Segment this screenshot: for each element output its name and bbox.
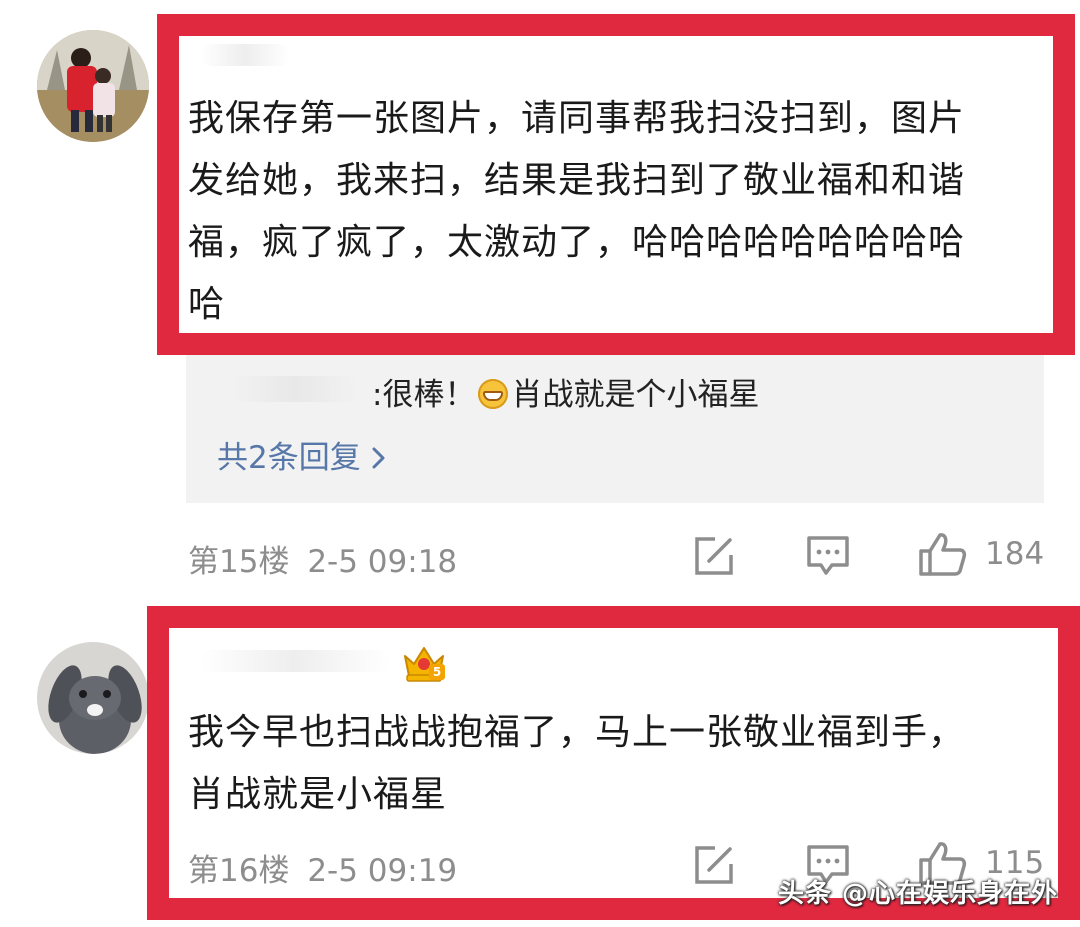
like-count: 184 <box>985 536 1045 572</box>
edit-icon[interactable] <box>693 844 735 890</box>
reply-preview-prefix: :很棒！ <box>372 377 476 413</box>
reply-preview-text: :很棒！ 肖战就是个小福星 <box>372 369 759 414</box>
floor-label: 第15楼 <box>188 544 290 580</box>
user-avatar[interactable] <box>37 642 149 754</box>
chevron-right-icon <box>371 440 387 476</box>
reply-username-obscured[interactable] <box>230 376 360 402</box>
comment-icon[interactable] <box>806 535 850 581</box>
comment-time: 2-5 09:19 <box>307 853 458 889</box>
more-replies-label: 共2条回复 <box>217 440 361 476</box>
watermark-text: 头条 @心在娱乐身在外 <box>778 879 1059 909</box>
reply-preview-suffix: 肖战就是个小福星 <box>511 377 760 413</box>
more-replies-link[interactable]: 共2条回复 <box>217 432 387 477</box>
comment-text: 我保存第一张图片，请同事帮我扫没扫到，图片 发给她，我来扫，结果是我扫到了敬业福… <box>188 98 966 325</box>
comment-time: 2-5 09:18 <box>307 544 458 580</box>
comment-text: 我今早也扫战战抱福了，马上一张敬业福到手， 肖战就是小福星 <box>188 712 966 815</box>
edit-icon[interactable] <box>693 535 735 581</box>
thumbs-up-icon[interactable] <box>918 531 968 581</box>
comment-meta: 第16楼 2-5 09:19 <box>188 845 457 890</box>
grin-emoji <box>478 379 509 409</box>
comment-meta: 第15楼 2-5 09:18 <box>188 536 457 581</box>
floor-label: 第16楼 <box>188 853 290 889</box>
user-avatar[interactable] <box>37 30 149 142</box>
